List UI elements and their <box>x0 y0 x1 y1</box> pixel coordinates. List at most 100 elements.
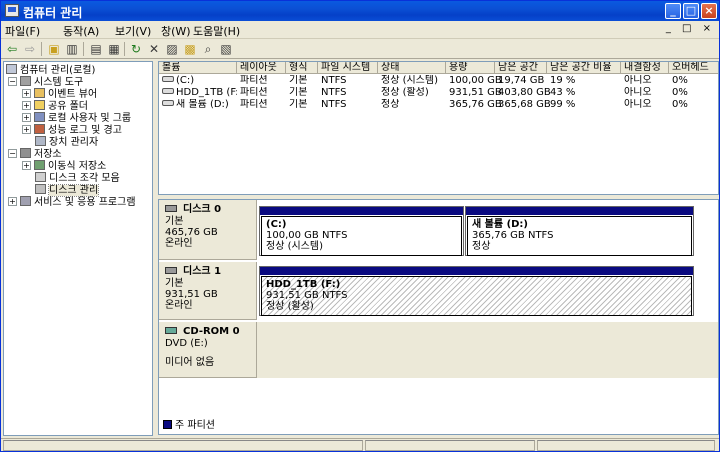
partition-f[interactable]: HDD_1TB (F:) 931,51 GB NTFS 정상 (활성) <box>259 266 694 316</box>
expand-icon[interactable]: + <box>22 125 31 134</box>
expand-icon[interactable]: + <box>22 161 31 170</box>
partition-d[interactable]: 새 볼륨 (D:) 365,76 GB NTFS 정상 <box>465 206 694 256</box>
volume-row[interactable]: (C:) 파티션 기본 NTFS 정상 (시스템) 100,00 GB 19,7… <box>159 75 718 87</box>
cdrom-empty-area <box>257 322 718 378</box>
drive-props-icon[interactable]: ▨ <box>164 41 180 57</box>
tree-event-viewer[interactable]: + 이벤트 뷰어 <box>22 88 97 100</box>
col-free-space[interactable]: 남은 공간 <box>495 62 547 74</box>
toolbar-separator <box>124 42 125 56</box>
drive-icon <box>162 100 174 106</box>
disk1-size: 931,51 GB <box>165 289 218 300</box>
volume-layout: 파티션 <box>240 99 268 110</box>
collapse-icon[interactable]: − <box>8 77 17 86</box>
users-icon <box>34 112 45 122</box>
col-fault-tolerance[interactable]: 내결함성 <box>621 62 669 74</box>
computer-icon <box>6 64 17 74</box>
delete-icon[interactable]: ✕ <box>146 41 162 57</box>
primary-partition-bar <box>260 267 693 275</box>
tree-disk-mgmt-label: 디스크 관리 <box>47 184 100 197</box>
drive-icon <box>162 88 174 94</box>
tree-system-tools[interactable]: − 시스템 도구 <box>8 76 83 88</box>
up-folder-icon[interactable]: ▣ <box>46 41 62 57</box>
menu-action[interactable]: 동작(A) <box>63 23 99 39</box>
tree-defrag[interactable]: 디스크 조각 모음 <box>35 172 120 184</box>
col-volume[interactable]: 볼륨 <box>159 62 237 74</box>
close-button[interactable]: × <box>701 3 717 19</box>
tree-root[interactable]: 컴퓨터 관리(로컬) <box>6 64 95 76</box>
col-overhead[interactable]: 오버헤드 <box>669 62 718 74</box>
status-cell <box>537 440 715 451</box>
show-tree-icon[interactable]: ▥ <box>64 41 80 57</box>
menu-window[interactable]: 창(W) <box>161 23 191 39</box>
title-bar[interactable]: 컴퓨터 관리 _ □ × <box>1 1 719 21</box>
expand-icon[interactable]: + <box>22 113 31 122</box>
volume-row[interactable]: HDD_1TB (F:) 파티션 기본 NTFS 정상 (활성) 931,51 … <box>159 87 718 99</box>
cdrom-info[interactable]: CD-ROM 0 DVD (E:) 미디어 없음 <box>159 322 257 378</box>
volume-list[interactable]: 볼륨 레이아웃 형식 파일 시스템 상태 용량 남은 공간 남은 공간 비율 내… <box>158 61 719 195</box>
list-icon[interactable]: ▦ <box>106 41 122 57</box>
event-viewer-icon <box>34 88 45 98</box>
col-capacity[interactable]: 용량 <box>446 62 495 74</box>
disk-icon <box>165 267 177 274</box>
volume-name: (C:) <box>176 75 195 86</box>
console-tree[interactable]: 컴퓨터 관리(로컬) − 시스템 도구 + 이벤트 뷰어 + 공유 폴더 + 로컬 사용… <box>3 61 153 436</box>
volume-filesystem: NTFS <box>321 99 347 110</box>
tree-removable-storage[interactable]: + 이동식 저장소 <box>22 160 106 172</box>
tools-icon <box>20 76 31 86</box>
col-free-percent[interactable]: 남은 공간 비율 <box>547 62 621 74</box>
volume-name-cell: (C:) <box>159 75 237 87</box>
partition-label: 새 볼륨 (D:) <box>472 219 529 230</box>
tree-local-users[interactable]: + 로컬 사용자 및 그룹 <box>22 112 131 124</box>
volume-overhead: 0% <box>672 75 688 86</box>
menu-help[interactable]: 도움말(H) <box>193 23 240 39</box>
menu-file[interactable]: 파일(F) <box>5 23 40 39</box>
disk1-type: 기본 <box>165 278 184 289</box>
disk-map[interactable]: 디스크 0 기본 465,76 GB 온라인 (C:) 100,00 GB NT… <box>158 199 719 435</box>
volume-free: 403,80 GB <box>498 87 551 98</box>
computer-management-window: 컴퓨터 관리 _ □ × 파일(F) 동작(A) 보기(V) 창(W) 도움말(… <box>0 0 720 452</box>
partition-c[interactable]: (C:) 100,00 GB NTFS 정상 (시스템) <box>259 206 464 256</box>
disk0-info[interactable]: 디스크 0 기본 465,76 GB 온라인 <box>159 200 257 260</box>
tree-disk-management[interactable]: 디스크 관리 <box>35 184 100 197</box>
expand-icon[interactable]: + <box>22 89 31 98</box>
tree-device-manager[interactable]: 장치 관리자 <box>35 136 98 148</box>
tree-storage[interactable]: − 저장소 <box>8 148 62 160</box>
volume-free: 19,74 GB <box>498 75 545 86</box>
tree-shared-folders[interactable]: + 공유 폴더 <box>22 100 88 112</box>
properties-icon[interactable]: ▤ <box>88 41 104 57</box>
tree-perf-logs[interactable]: + 성능 로그 및 경고 <box>22 124 122 136</box>
volume-status: 정상 <box>381 99 400 110</box>
disk1-info[interactable]: 디스크 1 기본 931,51 GB 온라인 <box>159 262 257 320</box>
disk-management-icon <box>35 184 46 194</box>
maximize-button[interactable]: □ <box>683 3 699 19</box>
cdrom-type: DVD (E:) <box>165 338 208 349</box>
volume-free: 365,68 GB <box>498 99 551 110</box>
collapse-icon[interactable]: − <box>8 149 17 158</box>
forward-icon[interactable]: ⇨ <box>22 41 38 57</box>
search-icon[interactable]: ⌕ <box>200 41 216 57</box>
volume-layout: 파티션 <box>240 87 268 98</box>
primary-partition-swatch <box>163 420 172 429</box>
back-icon[interactable]: ⇦ <box>4 41 20 57</box>
partition-status: 정상 (시스템) <box>266 241 323 252</box>
menu-view[interactable]: 보기(V) <box>115 23 151 39</box>
expand-icon[interactable]: + <box>8 197 17 206</box>
open-icon[interactable]: ▩ <box>182 41 198 57</box>
minimize-button[interactable]: _ <box>665 3 681 19</box>
cdrom-name: CD-ROM 0 <box>183 326 240 337</box>
toolbar: ⇦ ⇨ ▣ ▥ ▤ ▦ ↻ ✕ ▨ ▩ ⌕ ▧ <box>1 39 719 59</box>
volume-overhead: 0% <box>672 87 688 98</box>
col-layout[interactable]: 레이아웃 <box>237 62 286 74</box>
tree-services-label: 서비스 및 응용 프로그램 <box>34 197 136 208</box>
volume-name: 새 볼륨 (D:) <box>176 99 229 110</box>
window-title: 컴퓨터 관리 <box>23 6 83 20</box>
volume-row[interactable]: 새 볼륨 (D:) 파티션 기본 NTFS 정상 365,76 GB 365,6… <box>159 99 718 111</box>
col-filesystem[interactable]: 파일 시스템 <box>318 62 378 74</box>
expand-icon[interactable]: + <box>22 101 31 110</box>
col-status[interactable]: 상태 <box>378 62 446 74</box>
col-type[interactable]: 형식 <box>286 62 318 74</box>
settings-icon[interactable]: ▧ <box>218 41 234 57</box>
tree-services[interactable]: + 서비스 및 응용 프로그램 <box>8 196 136 208</box>
refresh-icon[interactable]: ↻ <box>128 41 144 57</box>
mdi-controls[interactable]: _ □ × <box>666 23 715 34</box>
